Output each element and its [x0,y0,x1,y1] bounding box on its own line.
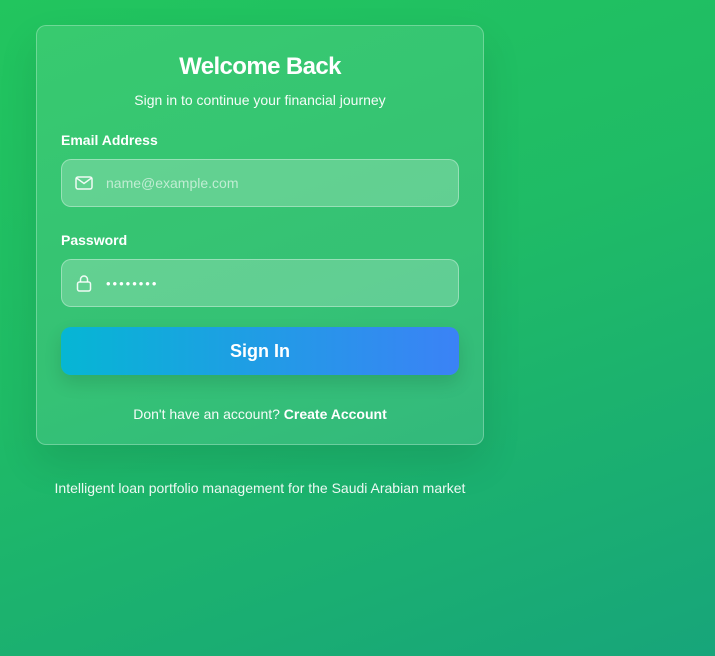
page-subtitle: Sign in to continue your financial journ… [134,92,386,108]
create-account-link[interactable]: Create Account [284,406,387,422]
password-field-wrapper[interactable] [61,259,459,307]
footer-tagline: Intelligent loan portfolio management fo… [54,480,466,496]
page-title: Welcome Back [179,53,341,80]
email-input[interactable] [106,160,458,206]
signup-prompt: Don't have an account? Create Account [61,405,459,423]
login-card: Welcome Back Sign in to continue your fi… [36,25,484,445]
sign-in-button[interactable]: Sign In [61,327,459,375]
password-input[interactable] [106,260,458,306]
email-label: Email Address [61,132,158,148]
mail-icon [74,173,94,193]
signup-prompt-text: Don't have an account? [133,406,284,422]
password-label: Password [61,232,128,248]
email-field-wrapper[interactable] [61,159,459,207]
lock-icon [74,273,94,293]
